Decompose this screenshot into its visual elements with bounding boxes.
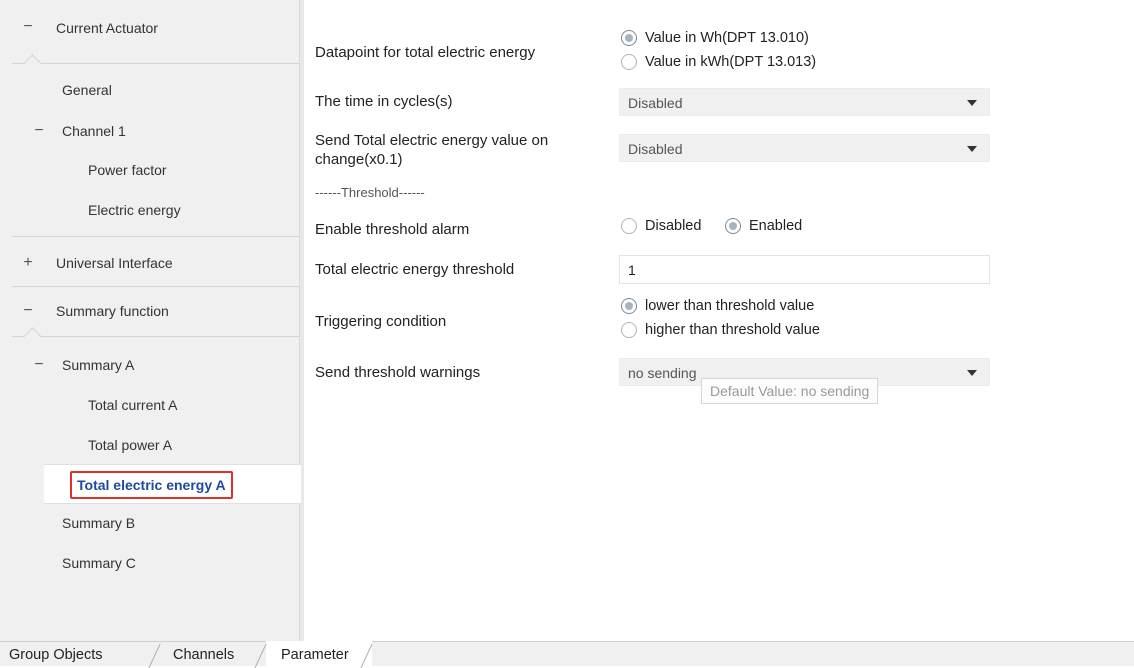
parameter-tree-sidebar: − Current Actuator General − Channel 1 P… — [0, 0, 300, 641]
tree-item-label: Total current A — [88, 397, 178, 413]
tree-item-label: Current Actuator — [56, 20, 158, 36]
tree-item-label: Electric energy — [88, 202, 181, 218]
tree-item-label: Summary C — [62, 555, 136, 571]
group-divider — [12, 286, 299, 287]
tab-channels[interactable]: Channels — [173, 642, 234, 667]
dropdown-arrow-icon — [967, 146, 977, 152]
radio-label: Enabled — [749, 218, 803, 234]
radio-label: lower than threshold value — [645, 298, 815, 314]
cycles-select[interactable]: Disabled — [619, 88, 990, 116]
tree-item-label: Summary function — [56, 303, 169, 319]
param-label-enable-alarm: Enable threshold alarm — [315, 221, 470, 238]
expand-icon[interactable]: + — [20, 254, 36, 272]
tree-item-channel-1[interactable]: − Channel 1 — [0, 122, 300, 162]
radio-button[interactable] — [621, 218, 637, 234]
param-label-threshold: Total electric energy threshold — [315, 261, 515, 278]
default-value-tooltip: Default Value: no sending — [701, 378, 879, 404]
collapse-icon[interactable]: − — [20, 18, 36, 36]
tree-item-total-electric-energy-a[interactable]: Total electric energy A — [44, 464, 301, 504]
tree-item-label: Summary A — [62, 357, 135, 373]
radio-label: Value in Wh(DPT 13.010) — [645, 30, 809, 46]
bottom-tab-bar: Group Objects Channels Parameter — [0, 641, 1134, 668]
group-divider — [12, 63, 299, 64]
radio-label: Disabled — [645, 218, 702, 234]
dropdown-arrow-icon — [967, 370, 977, 376]
radio-button[interactable] — [621, 322, 637, 338]
collapse-icon[interactable]: − — [31, 356, 47, 374]
select-value: Disabled — [628, 141, 683, 157]
tree-item-summary-b[interactable]: Summary B — [0, 515, 300, 555]
param-label-line: Send Total electric energy value on — [315, 132, 549, 149]
tree-item-label: Total power A — [88, 437, 173, 453]
collapse-icon[interactable]: − — [31, 122, 47, 140]
tree-item-label: Universal Interface — [56, 255, 173, 271]
group-divider — [12, 336, 299, 337]
sidebar-splitter[interactable] — [300, 0, 304, 641]
select-value: Disabled — [628, 95, 683, 111]
radio-label: Value in kWh(DPT 13.013) — [645, 54, 817, 70]
send-on-change-select[interactable]: Disabled — [619, 134, 990, 162]
selected-tree-item-label: Total electric energy A — [70, 471, 233, 499]
tab-separator — [148, 644, 161, 668]
radio-button[interactable] — [621, 54, 637, 70]
param-label-send-on-change: Send Total electric energy value on chan… — [315, 131, 548, 169]
param-label-cycles: The time in cycles(s) — [315, 93, 453, 110]
param-label-warnings: Send threshold warnings — [315, 364, 481, 381]
radio-button-checked[interactable] — [725, 218, 741, 234]
radio-option-enabled[interactable]: Enabled — [725, 218, 802, 234]
collapse-icon[interactable]: − — [20, 302, 36, 320]
tree-item-current-actuator[interactable]: − Current Actuator — [0, 18, 300, 58]
radio-option-disabled[interactable]: Disabled — [621, 218, 701, 234]
radio-option-wh[interactable]: Value in Wh(DPT 13.010) — [621, 30, 809, 46]
radio-button-checked[interactable] — [621, 30, 637, 46]
tree-item-label: Channel 1 — [62, 123, 126, 139]
tree-item-universal-interface[interactable]: + Universal Interface — [0, 254, 300, 294]
tree-item-total-current-a[interactable]: Total current A — [0, 397, 300, 437]
tree-item-label: General — [62, 82, 112, 98]
param-label-line: change(x0.1) — [315, 151, 403, 168]
radio-option-lower[interactable]: lower than threshold value — [621, 298, 814, 314]
select-value: no sending — [628, 365, 697, 381]
tree-item-label: Power factor — [88, 162, 167, 178]
tab-group-objects[interactable]: Group Objects — [9, 642, 103, 667]
group-divider — [12, 236, 299, 237]
tree-item-general[interactable]: General — [0, 82, 300, 122]
threshold-input[interactable]: 1 — [619, 255, 990, 284]
param-label-trigger: Triggering condition — [315, 313, 447, 330]
tree-item-power-factor[interactable]: Power factor — [0, 162, 300, 202]
radio-option-kwh[interactable]: Value in kWh(DPT 13.013) — [621, 54, 816, 70]
tree-item-summary-c[interactable]: Summary C — [0, 555, 300, 595]
radio-button-checked[interactable] — [621, 298, 637, 314]
threshold-section-divider: ------Threshold------ — [315, 185, 425, 200]
tree-item-label: Summary B — [62, 515, 136, 531]
tab-parameter[interactable]: Parameter — [281, 642, 349, 667]
dropdown-arrow-icon — [967, 100, 977, 106]
radio-label: higher than threshold value — [645, 322, 820, 338]
tree-item-summary-a[interactable]: − Summary A — [0, 356, 300, 396]
param-label-datapoint: Datapoint for total electric energy — [315, 44, 536, 61]
radio-option-higher[interactable]: higher than threshold value — [621, 322, 820, 338]
tab-separator — [254, 644, 267, 668]
